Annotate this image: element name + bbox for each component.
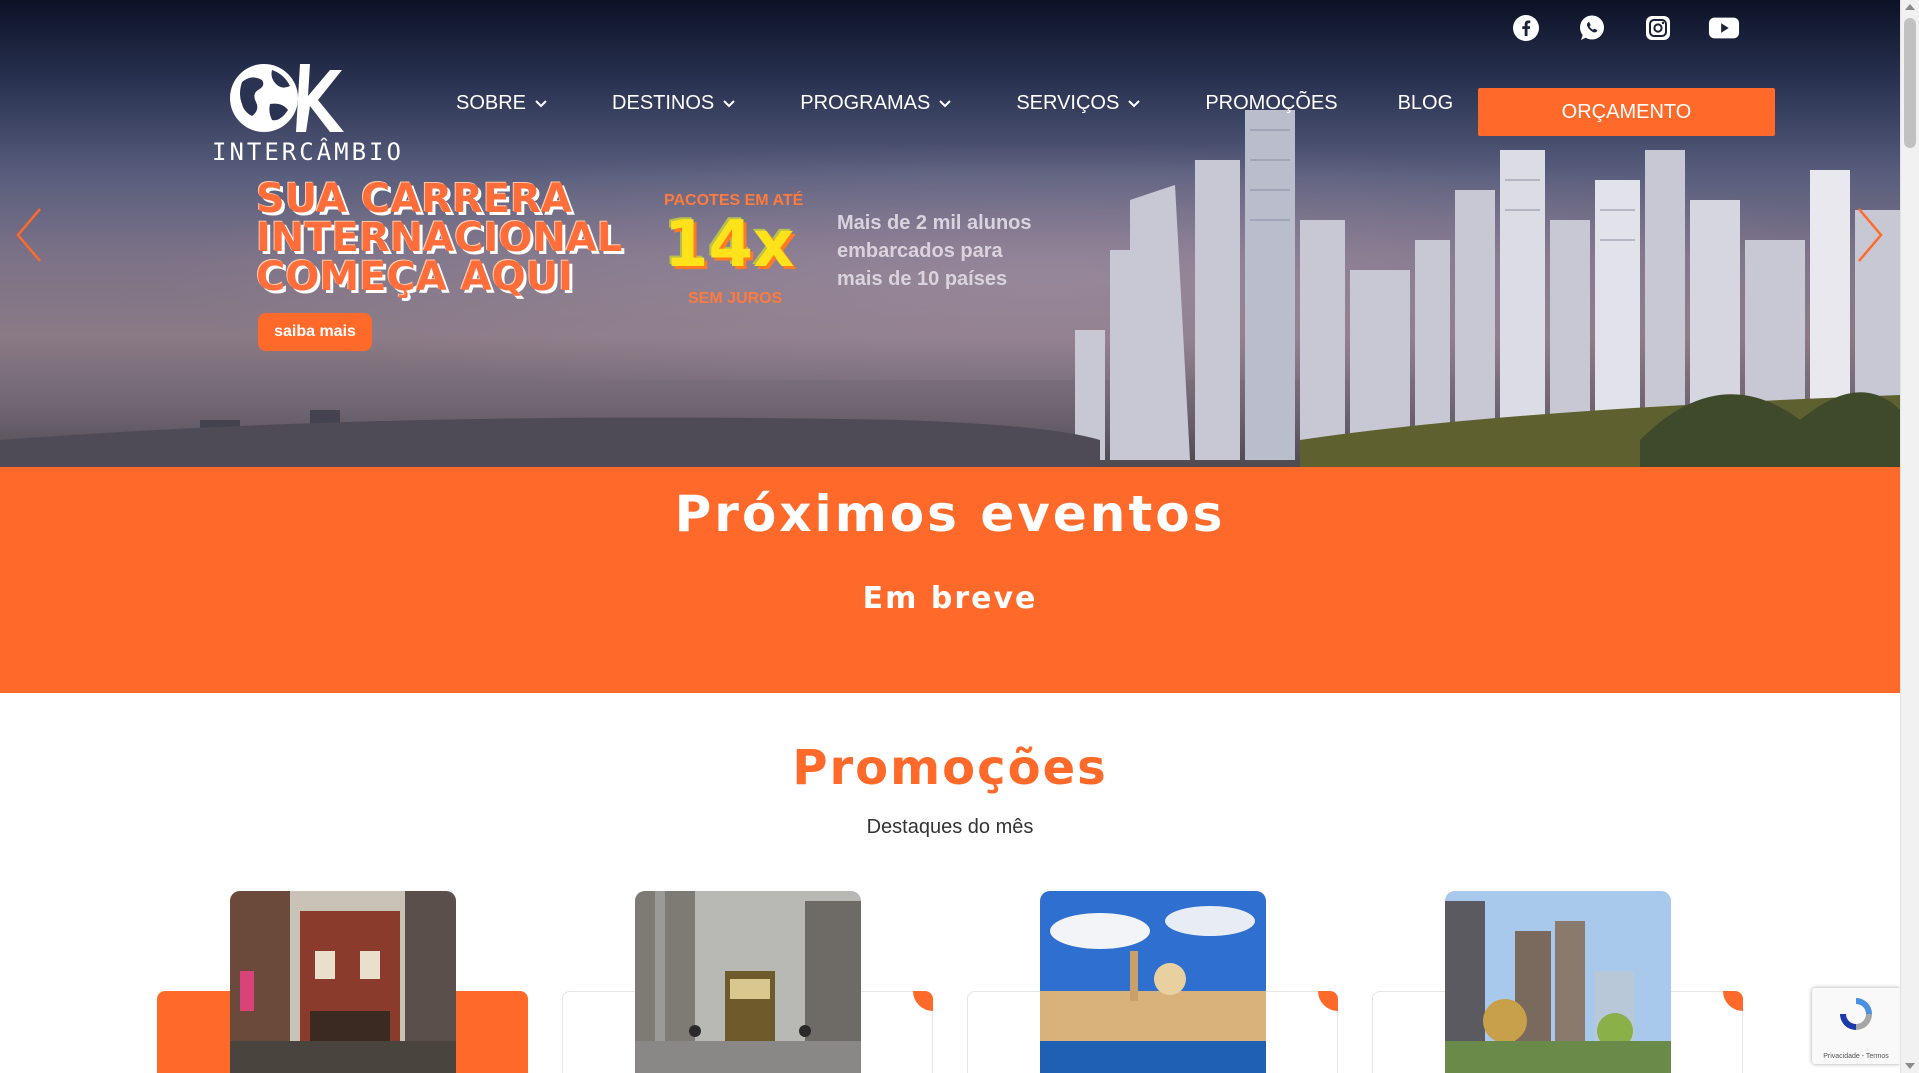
nav-item-destinos[interactable]: DESTINOS bbox=[612, 92, 736, 115]
stat-line: Mais de 2 mil alunos bbox=[837, 212, 1032, 234]
nav-item-programas[interactable]: PROGRAMAS bbox=[800, 92, 952, 115]
nav-label: PROGRAMAS bbox=[800, 92, 931, 114]
chevron-down-icon bbox=[1128, 99, 1141, 107]
whatsapp-icon[interactable] bbox=[1576, 12, 1608, 44]
recaptcha-label[interactable]: Privacidade - Termos bbox=[1812, 1053, 1900, 1060]
events-section: Próximos eventos Em breve bbox=[0, 467, 1900, 693]
logo-text: INTERCÂMBIO bbox=[212, 138, 404, 166]
carousel-next-icon[interactable] bbox=[1855, 205, 1885, 265]
stat-line: embarcados para bbox=[837, 240, 1003, 262]
card-corner-accent bbox=[1723, 991, 1743, 1011]
headline-line: COMEÇA AQUI bbox=[256, 254, 574, 300]
promotions-subtitle: Destaques do mês bbox=[866, 816, 1034, 838]
orcamento-button[interactable]: ORÇAMENTO bbox=[1478, 88, 1775, 136]
installments-note: SEM JUROS bbox=[688, 290, 783, 307]
nav-item-servicos[interactable]: SERVIÇOS bbox=[1016, 92, 1141, 115]
installments-value: 14x bbox=[664, 208, 795, 282]
chevron-down-icon bbox=[939, 99, 952, 107]
card-corner-accent bbox=[913, 991, 933, 1011]
card-corner-accent bbox=[1318, 991, 1338, 1011]
nav-item-sobre[interactable]: SOBRE bbox=[456, 92, 548, 115]
nav-item-blog[interactable]: BLOG bbox=[1398, 92, 1454, 115]
scroll-down-icon[interactable] bbox=[1905, 1063, 1915, 1069]
recaptcha-icon bbox=[1840, 998, 1872, 1030]
nav-label: SOBRE bbox=[456, 92, 527, 114]
instagram-icon[interactable] bbox=[1642, 12, 1674, 44]
facebook-icon[interactable] bbox=[1510, 12, 1542, 44]
promo-image-melbourne-tram[interactable] bbox=[635, 891, 861, 1073]
social-links bbox=[1510, 12, 1740, 44]
page: INTERCÂMBIO SOBRE DESTINOS PROGRAMAS SER… bbox=[0, 0, 1919, 1073]
headline-line: SUA CARRERA bbox=[256, 176, 572, 222]
promo-image-canada-city[interactable] bbox=[1445, 891, 1671, 1073]
nav-item-promocoes[interactable]: PROMOÇÕES bbox=[1205, 92, 1337, 115]
promo-image-dublin-street[interactable] bbox=[230, 891, 456, 1073]
nav-label: DESTINOS bbox=[612, 92, 715, 114]
nav-label: SERVIÇOS bbox=[1016, 92, 1120, 114]
saiba-mais-button[interactable]: saiba mais bbox=[258, 313, 372, 351]
nav-label: PROMOÇÕES bbox=[1205, 92, 1338, 114]
youtube-icon[interactable] bbox=[1708, 12, 1740, 44]
chevron-down-icon bbox=[535, 99, 547, 107]
events-title: Próximos eventos bbox=[674, 485, 1226, 543]
vertical-scrollbar[interactable] bbox=[1900, 0, 1919, 1073]
scrollbar-thumb[interactable] bbox=[1904, 18, 1916, 148]
scroll-up-icon[interactable] bbox=[1905, 4, 1915, 10]
promotions-title: Promoções bbox=[792, 740, 1108, 796]
hero-headline: SUA CARRERA INTERNACIONAL COMEÇA AQUI bbox=[256, 176, 623, 300]
main-nav: SOBRE DESTINOS PROGRAMAS SERVIÇOS PROMOÇ… bbox=[456, 92, 1513, 115]
students-stat: Mais de 2 mil alunos embarcados para mai… bbox=[837, 209, 1032, 293]
stat-line: mais de 10 países bbox=[837, 268, 1008, 290]
carousel-prev-icon[interactable] bbox=[14, 205, 44, 265]
hero-banner: INTERCÂMBIO SOBRE DESTINOS PROGRAMAS SER… bbox=[0, 0, 1900, 467]
events-status: Em breve bbox=[862, 581, 1038, 616]
headline-line: INTERNACIONAL bbox=[256, 215, 623, 261]
chevron-down-icon bbox=[723, 99, 735, 107]
promo-image-malta-valletta[interactable] bbox=[1040, 891, 1266, 1073]
recaptcha-badge[interactable]: Privacidade - Termos bbox=[1812, 988, 1900, 1064]
nav-label: BLOG bbox=[1397, 92, 1454, 114]
